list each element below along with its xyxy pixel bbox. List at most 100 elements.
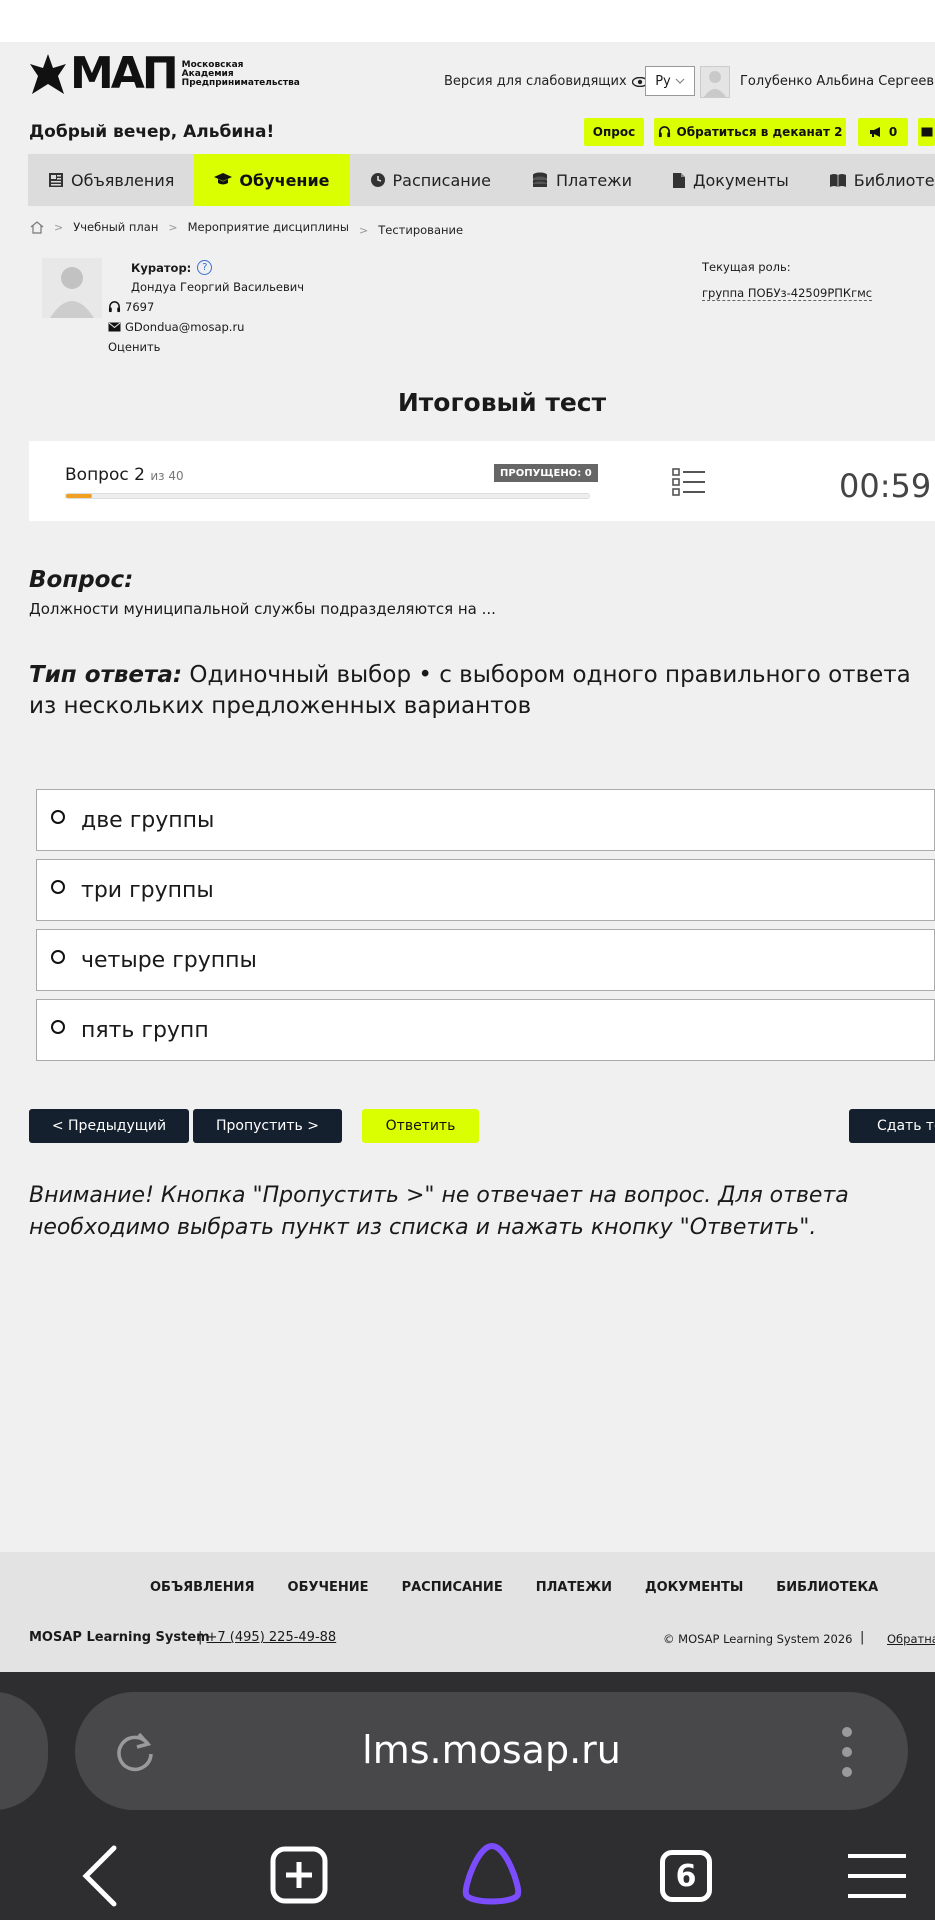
answer-option[interactable]: две группы: [36, 789, 935, 851]
question-list-icon[interactable]: [672, 467, 706, 497]
question-total: из 40: [150, 469, 184, 483]
footer-separator: |: [860, 1630, 865, 1645]
accessibility-version-link[interactable]: Версия для слабовидящих: [444, 74, 648, 89]
file-icon: [673, 172, 685, 188]
breadcrumb-separator: >: [168, 220, 178, 234]
alice-assistant-icon[interactable]: [456, 1832, 528, 1920]
radio-button[interactable]: [51, 880, 65, 894]
user-avatar[interactable]: [700, 66, 730, 98]
language-value: Ру: [655, 73, 671, 89]
nav-item-payments[interactable]: Платежи: [511, 154, 652, 206]
browser-bottom-nav: 6: [0, 1832, 935, 1920]
nav-label: Обучение: [239, 170, 330, 190]
curator-email-value: GDondua@mosap.ru: [125, 320, 245, 334]
help-icon[interactable]: ?: [197, 260, 213, 275]
hamburger-menu-icon[interactable]: [846, 1832, 908, 1920]
footer-copyright: © MOSAP Learning System 2026: [663, 1632, 853, 1646]
nav-item-schedule[interactable]: Расписание: [350, 154, 511, 206]
home-icon[interactable]: [30, 220, 44, 234]
question-text: Должности муниципальной службы подраздел…: [29, 600, 496, 618]
radio-button[interactable]: [51, 1020, 65, 1034]
breadcrumb-study-plan[interactable]: Учебный план: [73, 220, 158, 234]
messages-button[interactable]: [918, 118, 935, 146]
curator-photo: [42, 258, 102, 318]
nav-label: Документы: [693, 170, 789, 190]
tabs-counter-button[interactable]: 6: [658, 1832, 714, 1920]
user-name[interactable]: Голубенко Альбина Сергеевна: [740, 74, 935, 89]
person-silhouette-icon: [50, 267, 94, 318]
footer-link-announcements[interactable]: ОБЪЯВЛЕНИЯ: [150, 1580, 255, 1595]
logo-star-icon: [30, 54, 66, 94]
headset-icon: [108, 301, 121, 313]
footer-link-documents[interactable]: ДОКУМЕНТЫ: [645, 1580, 743, 1595]
user-silhouette-icon: [704, 71, 726, 97]
radio-button[interactable]: [51, 810, 65, 824]
footer-link-learning[interactable]: ОБУЧЕНИЕ: [288, 1580, 369, 1595]
question-number: Вопрос 2: [65, 465, 145, 485]
answer-button[interactable]: Ответить: [362, 1109, 479, 1143]
previous-tab-handle[interactable]: [0, 1692, 48, 1810]
back-arrow-icon[interactable]: [78, 1832, 126, 1920]
nav-item-documents[interactable]: Документы: [652, 154, 809, 206]
curator-phone: 7697: [108, 300, 154, 314]
curator-name: Дондуа Георгий Васильевич: [131, 280, 305, 294]
answer-option-label: две группы: [81, 808, 215, 833]
language-select[interactable]: Ру: [645, 66, 695, 96]
footer-phone[interactable]: | +7 (495) 225-49-88: [198, 1630, 336, 1645]
skip-button[interactable]: Пропустить >: [193, 1109, 342, 1143]
survey-label: Опрос: [592, 125, 636, 139]
survey-button[interactable]: Опрос: [584, 118, 644, 146]
footer-brand: MOSAP Learning System: [29, 1630, 210, 1645]
logo-subtitle: Московская Академия Предпринимательства: [182, 60, 300, 88]
nav-item-library[interactable]: Библиотека: [809, 154, 935, 206]
footer-link-payments[interactable]: ПЛАТЕЖИ: [536, 1580, 612, 1595]
radio-button[interactable]: [51, 950, 65, 964]
submit-test-button[interactable]: Сдать тест: [849, 1109, 935, 1143]
curator-label: Куратор: ?: [131, 260, 213, 275]
chevron-down-icon: [675, 78, 685, 84]
answer-option-label: четыре группы: [81, 948, 257, 973]
progress-bar: [65, 493, 590, 499]
announcements-counter-button[interactable]: 0: [858, 118, 908, 146]
footer: ОБЪЯВЛЕНИЯ ОБУЧЕНИЕ РАСПИСАНИЕ ПЛАТЕЖИ Д…: [0, 1552, 935, 1672]
book-icon: [829, 173, 846, 187]
footer-feedback-link[interactable]: Обратная связь: [887, 1632, 935, 1646]
test-title: Итоговый тест: [397, 388, 607, 417]
footer-phone-number[interactable]: +7 (495) 225-49-88: [207, 1630, 337, 1645]
answer-option-label: пять групп: [81, 1018, 209, 1043]
footer-link-library[interactable]: БИБЛИОТЕКА: [776, 1580, 878, 1595]
timer: 00:59:0: [839, 467, 935, 505]
answer-type-label: Тип ответа:: [29, 662, 183, 688]
breadcrumb-discipline-event[interactable]: Мероприятие дисциплины: [188, 220, 349, 234]
breadcrumb-separator: >: [54, 220, 64, 234]
nav-label: Библиотека: [853, 170, 935, 190]
curator-email[interactable]: GDondua@mosap.ru: [108, 320, 244, 334]
dean-office-label: Обратиться в деканат 2: [676, 125, 843, 139]
more-vertical-icon[interactable]: [840, 1726, 854, 1778]
lms-page: МАП Московская Академия Предпринимательс…: [0, 42, 935, 1672]
graduation-cap-icon: [214, 173, 233, 185]
nav-item-announcements[interactable]: Объявления: [28, 154, 194, 206]
curator-phone-value: 7697: [125, 300, 155, 314]
answer-option[interactable]: пять групп: [36, 999, 935, 1061]
answer-option-label: три группы: [81, 878, 214, 903]
answer-option[interactable]: четыре группы: [36, 929, 935, 991]
dean-office-button[interactable]: Обратиться в деканат 2: [654, 118, 846, 146]
envelope-icon: [108, 322, 121, 332]
answer-option[interactable]: три группы: [36, 859, 935, 921]
envelope-icon: [921, 127, 932, 137]
clock-icon: [370, 173, 385, 187]
coins-icon: [532, 172, 547, 187]
skipped-badge: ПРОПУЩЕНО: 0: [494, 464, 598, 482]
logo[interactable]: МАП Московская Академия Предпринимательс…: [28, 52, 300, 96]
newspaper-icon: [49, 173, 63, 187]
previous-button[interactable]: < Предыдущий: [29, 1109, 189, 1143]
address-bar[interactable]: lms.mosap.ru: [75, 1692, 908, 1810]
nav-item-learning[interactable]: Обучение: [194, 154, 350, 206]
footer-link-schedule[interactable]: РАСПИСАНИЕ: [402, 1580, 503, 1595]
current-role-select[interactable]: группа ПОБУз-42509РПКгмс: [702, 286, 873, 301]
notifications-count: 0: [888, 125, 898, 139]
rate-curator-link[interactable]: Оценить: [108, 340, 160, 354]
headset-icon: [658, 125, 670, 137]
new-tab-icon[interactable]: [268, 1832, 330, 1920]
